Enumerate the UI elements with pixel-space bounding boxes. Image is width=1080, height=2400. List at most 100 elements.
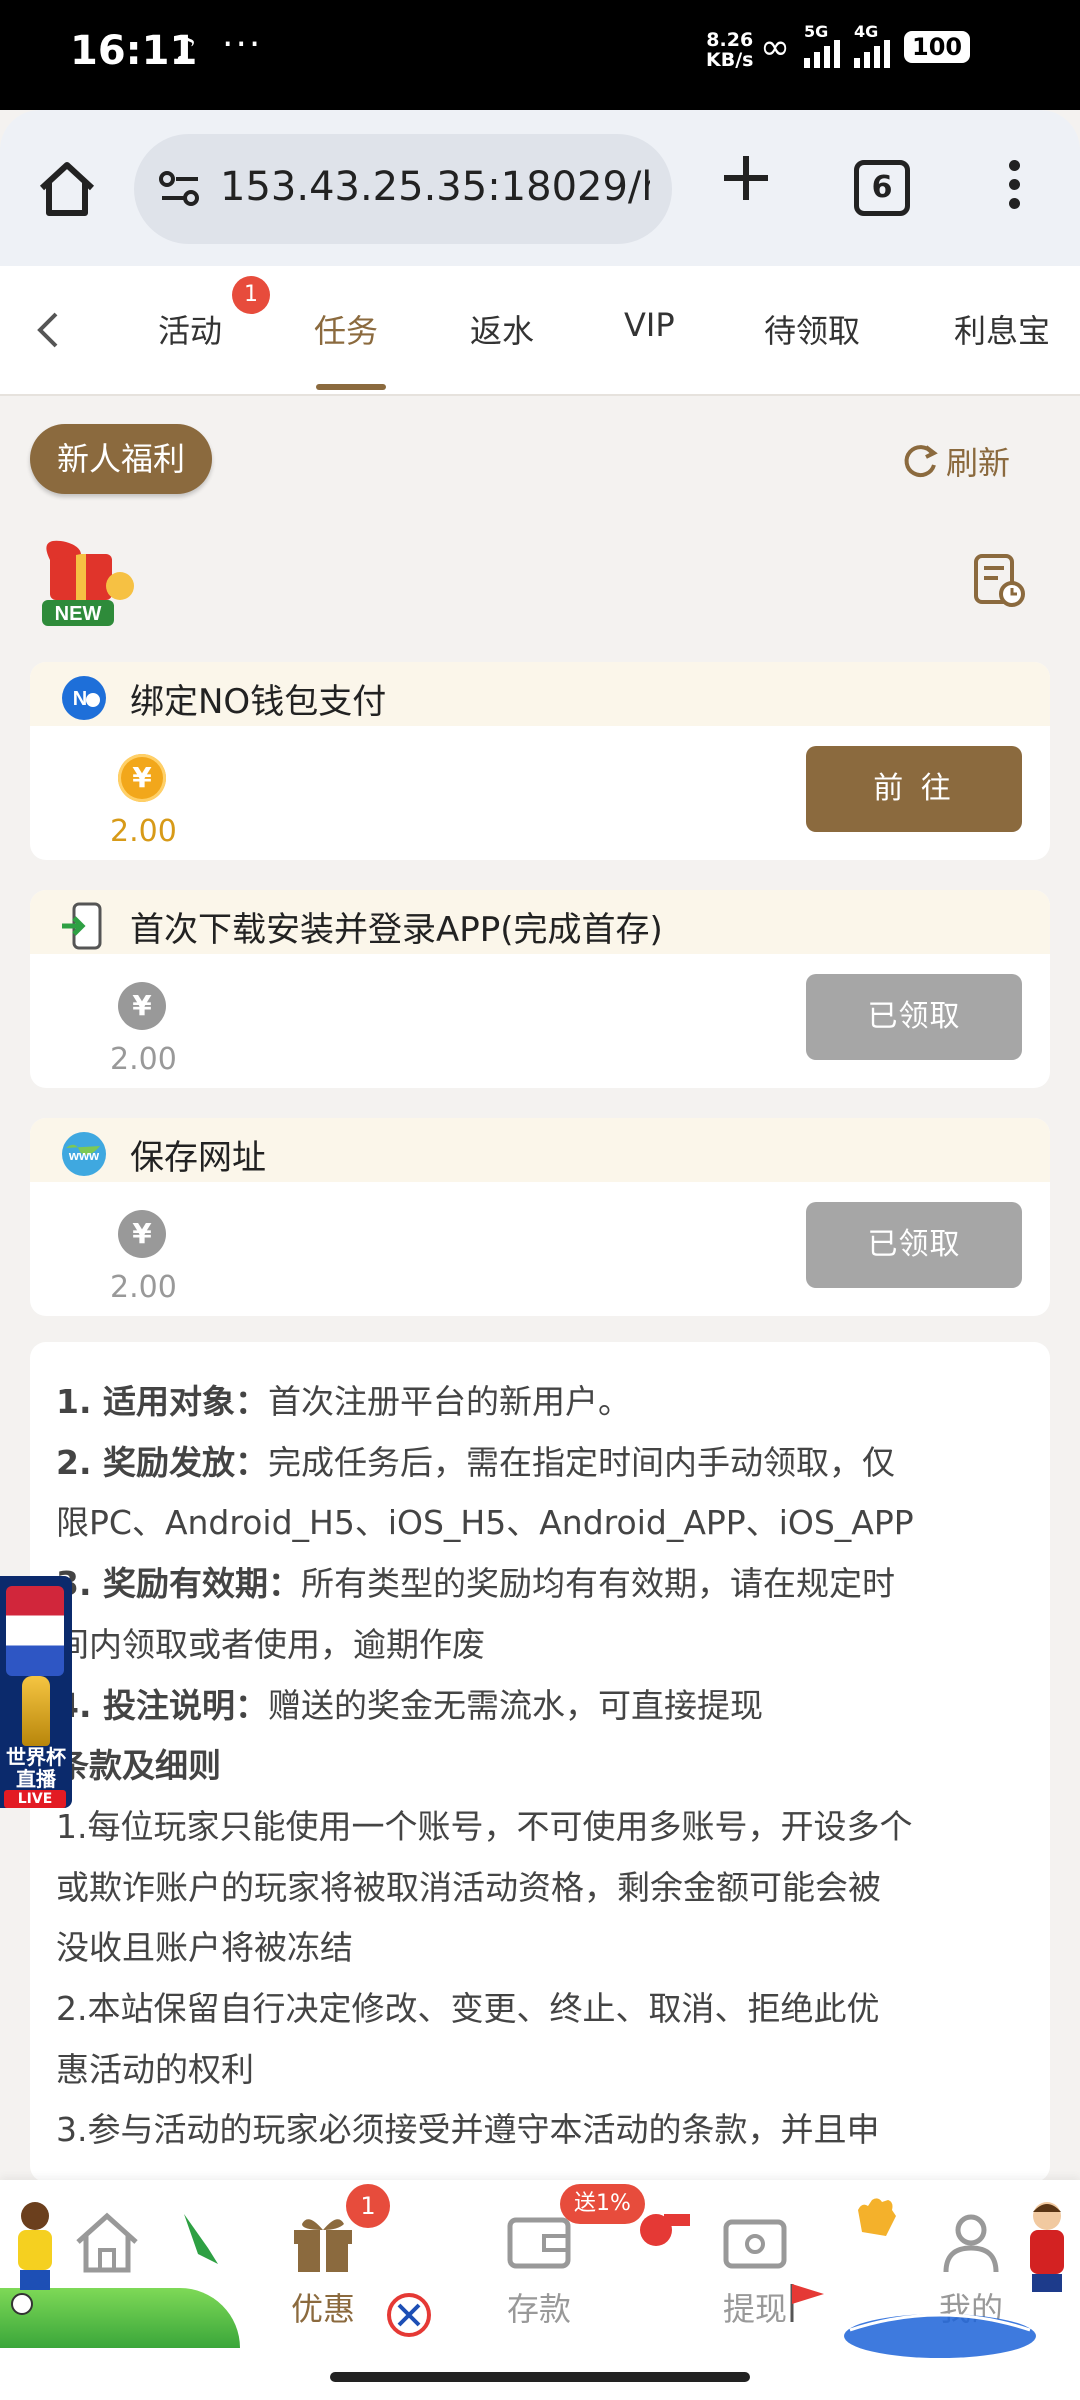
live-caption-line1: 世界杯 [6,1745,66,1769]
task-reward-amount: 2.00 [110,814,177,849]
status-bar: 16:11 ♪ ··· 8.26 KB/s ∞ 5G 4G 100 [0,0,1080,110]
rule-text: 没收且账户将被冻结 [56,1928,353,1968]
ball-logo-icon [387,2293,431,2337]
go-button[interactable]: 前 往 [806,746,1022,832]
svg-text:NEW: NEW [55,603,102,625]
nav-promotions-label: 优惠 [290,2290,355,2328]
rule-line: 惠活动的权利 [56,2040,1026,2101]
svg-text:www: www [68,1148,100,1163]
svg-text:N: N [73,688,87,710]
battery-indicator: 100 [904,31,971,63]
rule-text: 2.本站保留自行决定修改、变更、终止、取消、拒绝此优 [56,1989,880,2029]
house-icon [76,2212,138,2273]
live-tag: LIVE [4,1790,66,1808]
globe-www-icon: www [62,1132,106,1176]
rule-label: 4. 投注说明： [56,1685,268,1725]
task-title: 首次下载安装并登录APP(完成首存) [130,910,663,950]
tab-vip[interactable]: VIP [624,306,675,344]
signal-4g-label: 4G [854,22,879,41]
network-speed: 8.26 KB/s [706,30,753,70]
tiktok-icon: ♪ [175,30,197,70]
rule-line: 2.本站保留自行决定修改、变更、终止、取消、拒绝此优 [56,1979,1026,2040]
tab-interest[interactable]: 利息宝 [954,306,1050,352]
rules-panel: 1. 适用对象：首次注册平台的新用户。 2. 奖励发放：完成任务后，需在指定时间内… [30,1342,1050,2182]
rule-line: 条款及细则 [56,1736,1026,1797]
rule-line: 1. 适用对象：首次注册平台的新用户。 [56,1372,1026,1433]
new-tab-icon[interactable] [716,148,776,208]
hotspot-icon: ∞ [760,26,790,68]
tab-activity[interactable]: 活动 [158,306,222,352]
rule-label: 2. 奖励发放： [56,1442,268,1482]
tab-tasks[interactable]: 任务 [314,306,378,352]
rule-line: 3. 奖励有效期：所有类型的奖励均有有效期，请在规定时 [56,1554,1026,1615]
signal-5g-label: 5G [804,22,829,41]
rule-text: 首次注册平台的新用户。 [268,1382,631,1421]
live-caption: 世界杯 直播 [0,1746,72,1790]
task-card: www 保存网址 ¥ 2.00 已领取 [30,1118,1050,1316]
user-icon [943,2214,999,2273]
rule-text: 完成任务后，需在指定时间内手动领取，仅 [268,1442,895,1482]
rule-line: 1.每位玩家只能使用一个账号，不可使用多账号，开设多个 [56,1797,1026,1858]
vuvuzela-icon [184,2214,218,2264]
activity-badge: 1 [232,276,270,314]
section-title-pill: 新人福利 [30,424,212,494]
rule-line: 2. 奖励发放：完成任务后，需在指定时间内手动领取，仅 [56,1433,1026,1494]
no-wallet-icon: N [62,676,106,720]
rule-text: 1.每位玩家只能使用一个账号，不可使用多账号，开设多个 [56,1806,913,1846]
rule-text: 赠送的奖金无需流水，可直接提现 [268,1685,763,1725]
task-card: N 绑定NO钱包支付 ¥ 2.00 前 往 [30,662,1050,860]
url-text[interactable]: 153.43.25.35:18029/ho [220,164,650,210]
address-bar[interactable]: 153.43.25.35:18029/ho [134,134,672,244]
flag-icon [6,1586,64,1676]
history-record-icon[interactable] [970,552,1026,608]
tab-rebate[interactable]: 返水 [470,306,534,352]
signal-4g-icon: 4G [854,22,890,68]
refresh-button[interactable]: 刷新 [900,438,1010,484]
nav-promotions[interactable]: 优惠 [258,2210,388,2330]
tab-pending[interactable]: 待领取 [764,306,860,352]
task-reward-amount: 2.00 [110,1042,177,1077]
corner-flag-icon [790,2284,824,2322]
rule-line: 限PC、Android_H5、iOS_H5、Android_APP、iOS_AP… [56,1493,1026,1554]
task-title: 绑定NO钱包支付 [130,682,387,722]
more-menu-icon[interactable] [996,154,1032,226]
promotions-badge: 1 [346,2184,390,2228]
rule-line: 4. 投注说明：赠送的奖金无需流水，可直接提现 [56,1676,1026,1737]
coin-icon: ¥ [118,982,166,1030]
live-caption-line2: 直播 [16,1767,56,1791]
back-arrow-icon[interactable] [30,310,70,350]
rule-label: 3. 奖励有效期： [56,1564,301,1604]
rule-label: 条款及细则 [56,1746,221,1786]
rule-line: 3.参与活动的玩家必须接受并遵守本活动的条款，并且申 [56,2100,1026,2161]
coin-icon: ¥ [118,754,166,802]
watermark-logo [844,2313,1036,2358]
claimed-button[interactable]: 已领取 [806,1202,1022,1288]
coin-icon: ¥ [118,1210,166,1258]
world-cup-live-banner[interactable]: 世界杯 直播 LIVE [0,1576,72,1808]
tab-switcher-button[interactable]: 6 [854,160,910,216]
task-title: 保存网址 [130,1138,266,1178]
goalkeeper-glove-icon [858,2198,896,2236]
nav-deposit[interactable]: 存款 [474,2210,604,2330]
gift-icon [294,2219,352,2272]
claimed-button[interactable]: 已领取 [806,974,1022,1060]
gesture-bar [330,2372,750,2382]
rule-line: 或欺诈账户的玩家将被取消活动资格，剩余金额可能会被 [56,1858,1026,1919]
refresh-icon [904,445,938,478]
rule-text: 或欺诈账户的玩家将被取消活动资格，剩余金额可能会被 [56,1867,881,1907]
speed-value: 8.26 [706,29,754,51]
rule-text: 限PC、Android_H5、iOS_H5、Android_APP、iOS_AP… [56,1503,914,1543]
nav-deposit-label: 存款 [506,2290,571,2328]
active-tab-indicator [316,384,386,390]
refresh-label: 刷新 [946,444,1011,482]
rule-text: 所有类型的奖励均有有效期，请在规定时 [301,1564,895,1604]
site-settings-icon[interactable] [158,169,202,209]
whistle-icon [640,2214,690,2246]
trophy-icon [22,1676,50,1746]
rule-text: 3.参与活动的玩家必须接受并遵守本活动的条款，并且申 [56,2110,880,2150]
rule-text: 惠活动的权利 [56,2049,254,2089]
new-gift-icon: NEW [36,530,154,630]
browser-toolbar: 153.43.25.35:18029/ho 6 [0,110,1080,266]
task-card: 首次下载安装并登录APP(完成首存) ¥ 2.00 已领取 [30,890,1050,1088]
home-icon[interactable] [36,158,98,220]
